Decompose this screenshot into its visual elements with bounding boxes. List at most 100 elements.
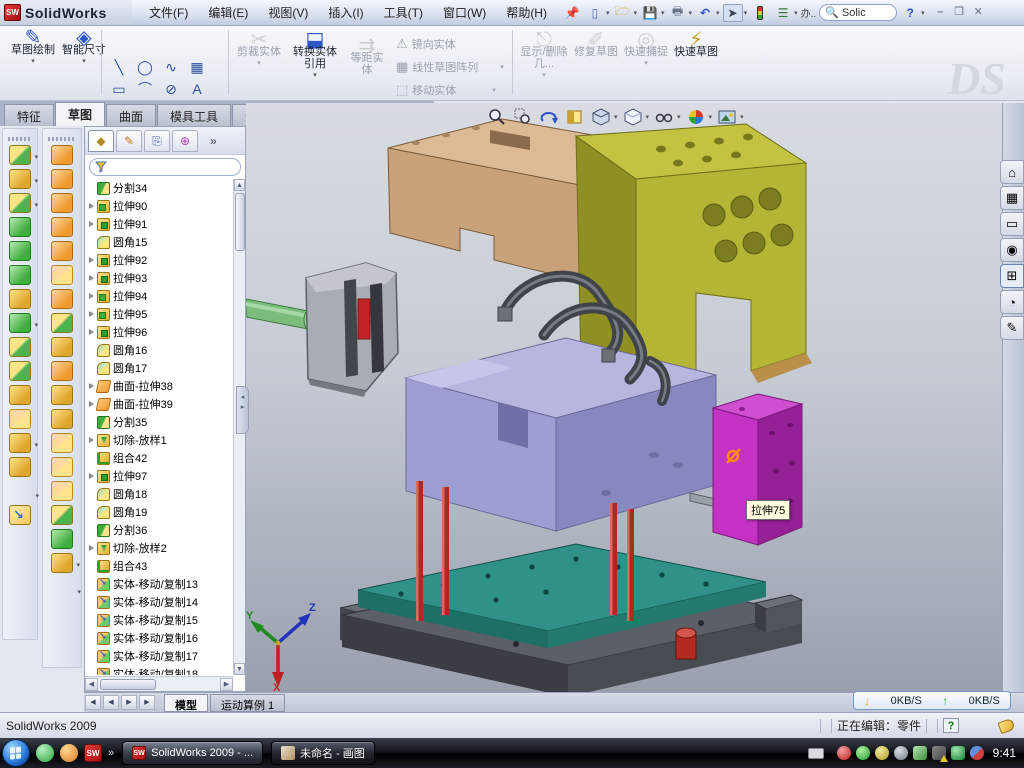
sketch-entity-icon[interactable]: ⊘ xyxy=(158,78,184,100)
feature-tree-item[interactable]: 拉伸91 xyxy=(85,215,233,233)
feature-tree-item[interactable]: 拉伸90 xyxy=(85,197,233,215)
expand-arrow-icon[interactable] xyxy=(87,508,96,517)
expand-arrow-icon[interactable] xyxy=(87,598,96,607)
view-orientation-icon[interactable] xyxy=(622,107,644,127)
feature-tree-item[interactable]: 实体-移动/复制13 xyxy=(85,575,233,593)
feature-tree-item[interactable]: 实体-移动/复制18 xyxy=(85,665,233,675)
feature-tree-item[interactable]: 拉伸95 xyxy=(85,305,233,323)
menu-item[interactable]: 编辑(E) xyxy=(199,1,257,24)
quick-snaps-button[interactable]: ◎ 快速捕捉▾ xyxy=(624,34,668,70)
feature-tree-item[interactable]: 分割36 xyxy=(85,521,233,539)
task-pane-tab-icon[interactable]: ⊞ xyxy=(1000,264,1024,288)
search-box[interactable]: 🔍 Solic xyxy=(819,4,897,21)
sketch-entity-icon[interactable]: ⌒ xyxy=(132,78,158,100)
expand-arrow-icon[interactable] xyxy=(87,346,96,355)
feature-tree-item[interactable]: 切除-放样1 xyxy=(85,431,233,449)
feature-tree-item[interactable]: 圆角15 xyxy=(85,233,233,251)
quicklaunch-overflow[interactable]: » xyxy=(108,747,114,759)
toolbar-icon[interactable] xyxy=(51,313,73,333)
appearances-icon[interactable] xyxy=(685,107,707,127)
toolbar-icon[interactable]: ▾ xyxy=(9,145,31,165)
open-icon[interactable]: 🗁 xyxy=(613,4,633,22)
tray-update-icon[interactable] xyxy=(913,746,927,760)
toolbar-icon[interactable] xyxy=(51,505,73,525)
print-icon[interactable]: 🖶 xyxy=(668,4,688,22)
toolbar-icon[interactable] xyxy=(51,169,73,189)
save-dropdown[interactable]: ▾ xyxy=(661,9,665,17)
commandmanager-tab[interactable]: 模具工具 xyxy=(157,104,231,126)
feature-tree-item[interactable]: 拉伸96 xyxy=(85,323,233,341)
scroll-left-icon[interactable]: ◀ xyxy=(85,678,98,691)
zoom-fit-icon[interactable] xyxy=(486,107,508,127)
expand-arrow-icon[interactable] xyxy=(87,400,96,409)
expand-arrow-icon[interactable] xyxy=(87,292,96,301)
tray-sync-icon[interactable] xyxy=(970,746,984,760)
toolbar-icon[interactable] xyxy=(9,385,31,405)
expand-arrow-icon[interactable] xyxy=(87,202,96,211)
taskbar-button-paint[interactable]: 未命名 - 画图 xyxy=(271,741,375,765)
toolbar-icon[interactable]: ▾ xyxy=(9,481,31,501)
help-dropdown[interactable]: ▾ xyxy=(921,9,925,17)
feature-tree-item[interactable]: 圆角19 xyxy=(85,503,233,521)
hide-show-items-icon[interactable] xyxy=(653,107,675,127)
toolbar-icon[interactable]: ▾ xyxy=(9,313,31,333)
scroll-thumb[interactable] xyxy=(235,193,245,251)
expand-arrow-icon[interactable] xyxy=(87,220,96,229)
toolbar-icon[interactable] xyxy=(51,529,73,549)
rebuild-traffic-light-icon[interactable] xyxy=(750,4,770,22)
toolbar-icon[interactable] xyxy=(51,289,73,309)
menu-item[interactable]: 视图(V) xyxy=(259,1,317,24)
menu-item[interactable]: 窗口(W) xyxy=(434,1,495,24)
menu-item[interactable]: 帮助(H) xyxy=(497,1,556,24)
scroll-right-icon[interactable]: ▶ xyxy=(220,678,233,691)
new-dropdown[interactable]: ▾ xyxy=(606,9,610,17)
feature-tree-item[interactable]: 实体-移动/复制15 xyxy=(85,611,233,629)
tray-shield-icon[interactable] xyxy=(856,746,870,760)
rapid-sketch-button[interactable]: ⚡ 快速草图 xyxy=(674,34,718,58)
task-pane-tab-icon[interactable]: ▭ xyxy=(1000,212,1024,236)
toolbar-icon[interactable] xyxy=(51,193,73,213)
toolbar-icon[interactable] xyxy=(9,457,31,477)
zoom-area-icon[interactable] xyxy=(512,107,534,127)
toolbar-icon[interactable] xyxy=(9,409,31,429)
save-icon[interactable]: 💾 xyxy=(640,4,660,22)
toolbar-icon[interactable] xyxy=(9,505,31,525)
feature-tree-item[interactable]: 实体-移动/复制14 xyxy=(85,593,233,611)
toolbar-icon[interactable] xyxy=(51,385,73,405)
undo-icon[interactable]: ↶ xyxy=(695,4,715,22)
expand-arrow-icon[interactable] xyxy=(87,310,96,319)
pin-icon[interactable]: 📌 xyxy=(562,4,582,22)
toolbar-icon[interactable]: ▾ xyxy=(9,433,31,453)
task-pane-tab-icon[interactable]: ▦ xyxy=(1000,186,1024,210)
tree-filter-input[interactable] xyxy=(89,158,241,176)
toolbar-icon[interactable]: ▾ xyxy=(9,169,31,189)
section-view-icon[interactable] xyxy=(564,107,586,127)
feature-tree-item[interactable]: 拉伸94 xyxy=(85,287,233,305)
close-icon[interactable]: ✕ xyxy=(971,6,986,20)
dimxpertmanager-tab[interactable]: ⊕ xyxy=(172,130,198,152)
tray-antivirus-icon[interactable] xyxy=(951,746,965,760)
tray-volume-icon[interactable] xyxy=(894,746,908,760)
expand-arrow-icon[interactable] xyxy=(87,436,96,445)
select-dropdown[interactable]: ▾ xyxy=(744,9,748,17)
start-button[interactable] xyxy=(2,739,30,767)
tray-badge-icon[interactable] xyxy=(875,746,889,760)
linear-sketch-pattern-button[interactable]: ▦ 线性草图阵列 ▾ xyxy=(396,59,504,75)
expand-arrow-icon[interactable] xyxy=(87,562,96,571)
commandmanager-tab[interactable]: 曲面 xyxy=(106,104,156,126)
commandmanager-tab[interactable]: 特征 xyxy=(4,104,54,126)
expand-arrow-icon[interactable] xyxy=(87,274,96,283)
feature-tree-item[interactable]: 圆角18 xyxy=(85,485,233,503)
open-dropdown[interactable]: ▾ xyxy=(634,9,638,17)
restore-icon[interactable]: ❐ xyxy=(952,6,967,20)
toolbar-icon[interactable] xyxy=(9,265,31,285)
options-icon[interactable]: ☰ xyxy=(773,4,793,22)
toolbar-icon[interactable] xyxy=(51,409,73,429)
task-pane-tab-icon[interactable]: ◉ xyxy=(1000,238,1024,262)
input-language-icon[interactable] xyxy=(808,748,824,759)
toolbar-icon[interactable] xyxy=(51,265,73,285)
smart-dimension-button[interactable]: ◈ 智能尺寸▾ xyxy=(62,32,106,68)
toolbar-icon[interactable] xyxy=(51,457,73,477)
display-style-icon[interactable] xyxy=(590,107,612,127)
tray-network-warning-icon[interactable] xyxy=(932,746,946,760)
